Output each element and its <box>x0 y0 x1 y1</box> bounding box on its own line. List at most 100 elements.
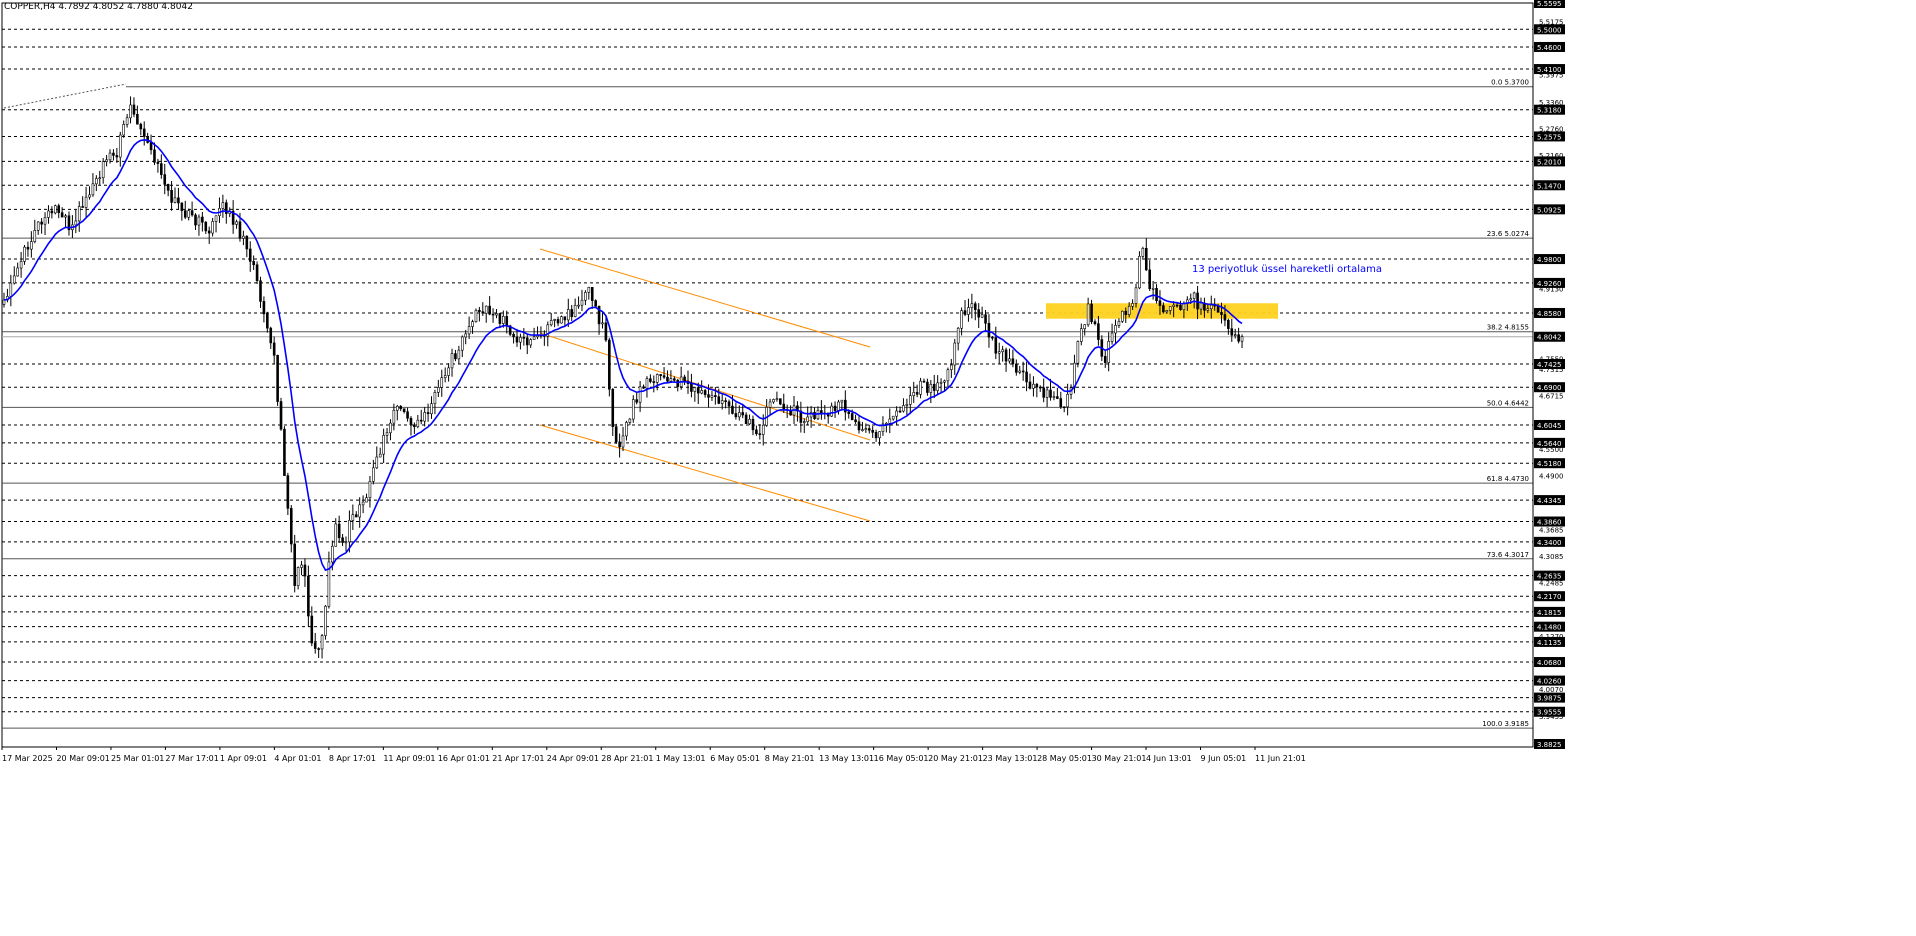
candle-body <box>833 405 837 411</box>
candle-body <box>307 575 310 617</box>
candle-body <box>635 399 639 403</box>
candle-body <box>563 316 567 321</box>
price-label: 4.2170 <box>1537 593 1562 601</box>
candle-body <box>967 307 970 315</box>
candlestick-chart[interactable]: 0.0 5.3700 23.6 5.0274 38.2 4.8155 50.0 4.6… <box>0 0 1916 936</box>
candle-body <box>1127 305 1131 315</box>
candle-body <box>854 419 857 423</box>
price-label: 4.6900 <box>1537 384 1562 392</box>
candle-body <box>276 354 279 402</box>
candle-body <box>115 155 119 158</box>
candle-body <box>922 380 926 383</box>
candle-body <box>741 412 745 416</box>
candle-body <box>734 413 738 418</box>
candle-body <box>673 378 676 381</box>
time-label: 28 Apr 21:01 <box>601 754 653 763</box>
candle-body <box>519 337 522 343</box>
candle-body <box>908 395 912 405</box>
price-label: 3.9555 <box>1537 709 1562 717</box>
fib-label: 73.6 4.3017 <box>1487 551 1529 559</box>
candle-body <box>847 411 851 414</box>
candle-body <box>313 642 317 649</box>
price-label: 3.9875 <box>1537 695 1562 703</box>
candle-body <box>1052 396 1056 398</box>
candle-body <box>532 336 536 340</box>
candle-body <box>334 523 338 547</box>
candle-body <box>245 235 249 250</box>
candle-body <box>310 615 314 644</box>
candle-body <box>994 337 998 354</box>
candle-body <box>806 416 810 422</box>
candle-body <box>303 564 307 577</box>
candle-body <box>522 337 526 339</box>
candle-body <box>464 333 468 338</box>
price-label: 4.4345 <box>1537 497 1562 505</box>
candle-body <box>481 311 485 314</box>
candle-body <box>1240 336 1244 342</box>
candle-body <box>180 202 184 211</box>
price-label: 5.2575 <box>1537 133 1562 141</box>
candle-body <box>57 205 61 213</box>
candle-body <box>1223 314 1227 321</box>
candle-body <box>608 339 611 390</box>
candle-body <box>378 453 382 458</box>
candle-body <box>758 433 762 436</box>
candle-body <box>1062 406 1066 409</box>
candle-body <box>173 197 177 203</box>
candle-body <box>160 163 163 175</box>
candle-body <box>1196 292 1199 310</box>
candle-body <box>293 543 297 586</box>
candle-body <box>252 261 255 266</box>
candle-body <box>30 241 33 250</box>
candle-body <box>361 501 365 506</box>
candle-body <box>515 336 519 343</box>
price-tick-label: 4.3685 <box>1539 526 1564 534</box>
candle-body <box>183 210 187 218</box>
candle-body <box>960 310 963 329</box>
candle-body <box>1220 312 1223 315</box>
price-label: 5.1470 <box>1537 182 1562 190</box>
candle-body <box>570 309 574 317</box>
candle-body <box>1131 303 1134 307</box>
candle-body <box>625 422 628 437</box>
price-tick-label: 4.4900 <box>1539 473 1564 481</box>
candle-body <box>91 183 95 196</box>
candle-body <box>1086 303 1090 326</box>
candle-body <box>956 327 960 344</box>
price-label: 4.3860 <box>1537 519 1562 527</box>
price-label: 4.9800 <box>1537 256 1562 264</box>
fib-label: 50.0 4.6442 <box>1487 399 1529 407</box>
candle-body <box>676 379 680 387</box>
candle-body <box>358 504 361 518</box>
candle-body <box>1038 386 1042 389</box>
candle-body <box>1172 304 1175 307</box>
candle-body <box>560 316 563 324</box>
candle-body <box>943 380 946 383</box>
candle-body <box>1162 305 1165 313</box>
candle-body <box>577 304 580 307</box>
candle-body <box>132 104 136 115</box>
candle-body <box>351 514 355 521</box>
candle-body <box>43 217 47 225</box>
fib-label: 0.0 5.3700 <box>1491 79 1529 87</box>
candle-body <box>573 304 577 317</box>
candle-body <box>638 386 642 403</box>
candle-body <box>775 398 779 401</box>
candle-body <box>932 383 936 391</box>
candle-body <box>731 405 734 414</box>
candle-body <box>320 635 324 650</box>
candle-body <box>714 395 717 397</box>
candle-body <box>416 419 420 428</box>
candle-body <box>495 313 498 316</box>
candle-body <box>385 432 389 436</box>
price-label: 5.4600 <box>1537 44 1562 52</box>
time-label: 13 May 13:01 <box>819 754 874 763</box>
candle-body <box>1090 303 1093 323</box>
candle-body <box>375 456 379 469</box>
candle-body <box>1168 306 1172 311</box>
price-label: 5.5595 <box>1537 0 1562 8</box>
candle-body <box>867 428 871 431</box>
candle-body <box>105 159 108 162</box>
candle-body <box>207 230 211 234</box>
candle-body <box>830 405 833 417</box>
